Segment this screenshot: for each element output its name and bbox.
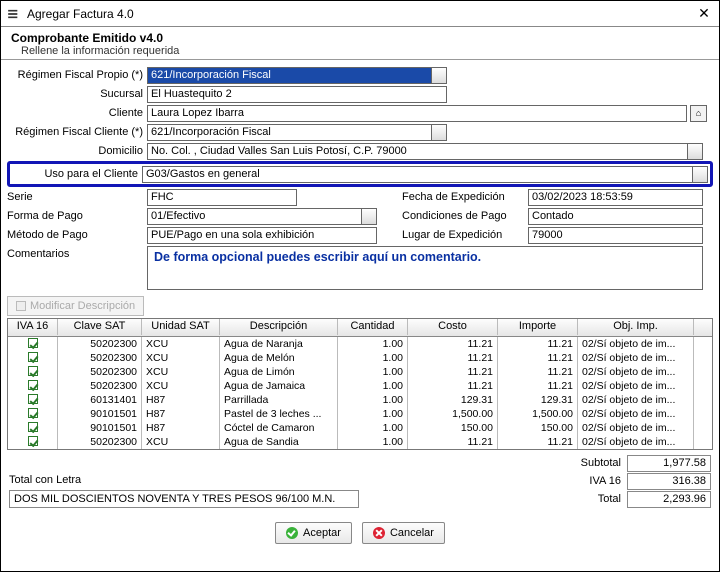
items-grid[interactable]: IVA 16 Clave SAT Unidad SAT Descripción … (7, 318, 713, 450)
rolodex-icon: ⌂ (696, 108, 701, 118)
cell-cant: 1.00 (338, 435, 408, 450)
serie-label: Serie (7, 191, 147, 203)
cond-pago-input[interactable]: Contado (528, 208, 703, 225)
cell-clave: 50202300 (58, 435, 142, 450)
iva-label: IVA 16 (561, 475, 621, 487)
table-row[interactable]: 50202300XCUAgua de Limón1.0011.2111.2102… (8, 365, 712, 379)
table-row[interactable]: 50202300XCUAgua de Melón1.0011.2111.2102… (8, 351, 712, 365)
edit-icon (16, 301, 26, 311)
cancel-icon (373, 527, 385, 539)
sucursal-input[interactable]: El Huastequito 2 (147, 86, 447, 103)
table-row[interactable]: 50202300XCUAgua de Naranja1.0011.2111.21… (8, 337, 712, 351)
table-row[interactable]: 90101501H87Pastel de 3 leches ...1.001,5… (8, 407, 712, 421)
regimen-propio-label: Régimen Fiscal Propio (*) (7, 69, 147, 81)
lugar-exp-input[interactable]: 79000 (528, 227, 703, 244)
domicilio-select[interactable]: No. Col. , Ciudad Valles San Luis Potosí… (147, 143, 703, 160)
regimen-cliente-select[interactable]: 621/Incorporación Fiscal (147, 124, 447, 141)
footer-buttons: Aceptar Cancelar (1, 516, 719, 550)
comentarios-label: Comentarios (7, 246, 147, 290)
form-area: Régimen Fiscal Propio (*) 621/Incorporac… (1, 60, 719, 290)
total-letra-value: DOS MIL DOSCIENTOS NOVENTA Y TRES PESOS … (9, 490, 359, 508)
comentarios-input[interactable]: De forma opcional puedes escribir aquí u… (147, 246, 703, 290)
col-clave-sat[interactable]: Clave SAT (58, 319, 142, 335)
window-title: Agregar Factura 4.0 (27, 7, 695, 21)
col-importe[interactable]: Importe (498, 319, 578, 335)
col-iva[interactable]: IVA 16 (8, 319, 58, 335)
cancelar-button[interactable]: Cancelar (362, 522, 445, 544)
modificar-descripcion-button: Modificar Descripción (7, 296, 144, 316)
domicilio-label: Domicilio (7, 145, 147, 157)
col-costo[interactable]: Costo (408, 319, 498, 335)
cell-desc: Agua de Sandia (220, 435, 338, 450)
grid-header: IVA 16 Clave SAT Unidad SAT Descripción … (8, 319, 712, 337)
lugar-exp-label: Lugar de Expedición (402, 229, 528, 241)
metodo-pago-input[interactable]: PUE/Pago en una sola exhibición (147, 227, 377, 244)
cell-costo: 11.21 (408, 435, 498, 450)
titlebar: Agregar Factura 4.0 ✕ (1, 1, 719, 27)
cell-obj: 02/Sí objeto de im... (578, 435, 694, 450)
check-icon (286, 527, 298, 539)
col-descripcion[interactable]: Descripción (220, 319, 338, 335)
uso-cliente-label: Uso para el Cliente (12, 168, 142, 180)
cond-pago-label: Condiciones de Pago (402, 210, 528, 222)
subheader-subtitle: Rellene la información requerida (21, 45, 709, 57)
app-logo-icon (7, 9, 21, 19)
col-cantidad[interactable]: Cantidad (338, 319, 408, 335)
total-value: 2,293.96 (627, 491, 711, 508)
subtotal-value: 1,977.58 (627, 455, 711, 472)
comentarios-note: De forma opcional puedes escribir aquí u… (154, 250, 481, 264)
fecha-exp-label: Fecha de Expedición (402, 191, 528, 203)
aceptar-button[interactable]: Aceptar (275, 522, 352, 544)
total-letra-label: Total con Letra (9, 474, 81, 486)
cell-importe: 11.21 (498, 435, 578, 450)
totals-area: Total con Letra DOS MIL DOSCIENTOS NOVEN… (9, 454, 711, 508)
cliente-label: Cliente (7, 107, 147, 119)
subheader-title: Comprobante Emitido v4.0 (11, 31, 709, 45)
subtotal-label: Subtotal (561, 457, 621, 469)
iva-value: 316.38 (627, 473, 711, 490)
cliente-input[interactable]: Laura Lopez Ibarra (147, 105, 687, 122)
metodo-pago-label: Método de Pago (7, 229, 147, 241)
cliente-lookup-button[interactable]: ⌂ (690, 105, 707, 122)
col-obj-imp[interactable]: Obj. Imp. (578, 319, 694, 335)
col-unidad-sat[interactable]: Unidad SAT (142, 319, 220, 335)
iva-checkbox[interactable] (8, 435, 58, 450)
cell-unidad: XCU (142, 435, 220, 450)
sucursal-label: Sucursal (7, 88, 147, 100)
table-row[interactable]: 50202300XCUAgua de Sandia1.0011.2111.210… (8, 435, 712, 449)
subheader: Comprobante Emitido v4.0 Rellene la info… (1, 27, 719, 60)
total-label: Total (561, 493, 621, 505)
table-row[interactable]: 60131401H87Parrillada1.00129.31129.3102/… (8, 393, 712, 407)
uso-cliente-select[interactable]: G03/Gastos en general (142, 166, 708, 183)
table-row[interactable]: 90101501H87Cóctel de Camaron1.00150.0015… (8, 421, 712, 435)
regimen-propio-select[interactable]: 621/Incorporación Fiscal (147, 67, 447, 84)
close-icon[interactable]: ✕ (695, 5, 713, 23)
table-row[interactable]: 50202300XCUAgua de Jamaica1.0011.2111.21… (8, 379, 712, 393)
forma-pago-label: Forma de Pago (7, 210, 147, 222)
serie-input[interactable]: FHC (147, 189, 297, 206)
regimen-cliente-label: Régimen Fiscal Cliente (*) (7, 126, 147, 138)
fecha-exp-input[interactable]: 03/02/2023 18:53:59 (528, 189, 703, 206)
forma-pago-select[interactable]: 01/Efectivo (147, 208, 377, 225)
